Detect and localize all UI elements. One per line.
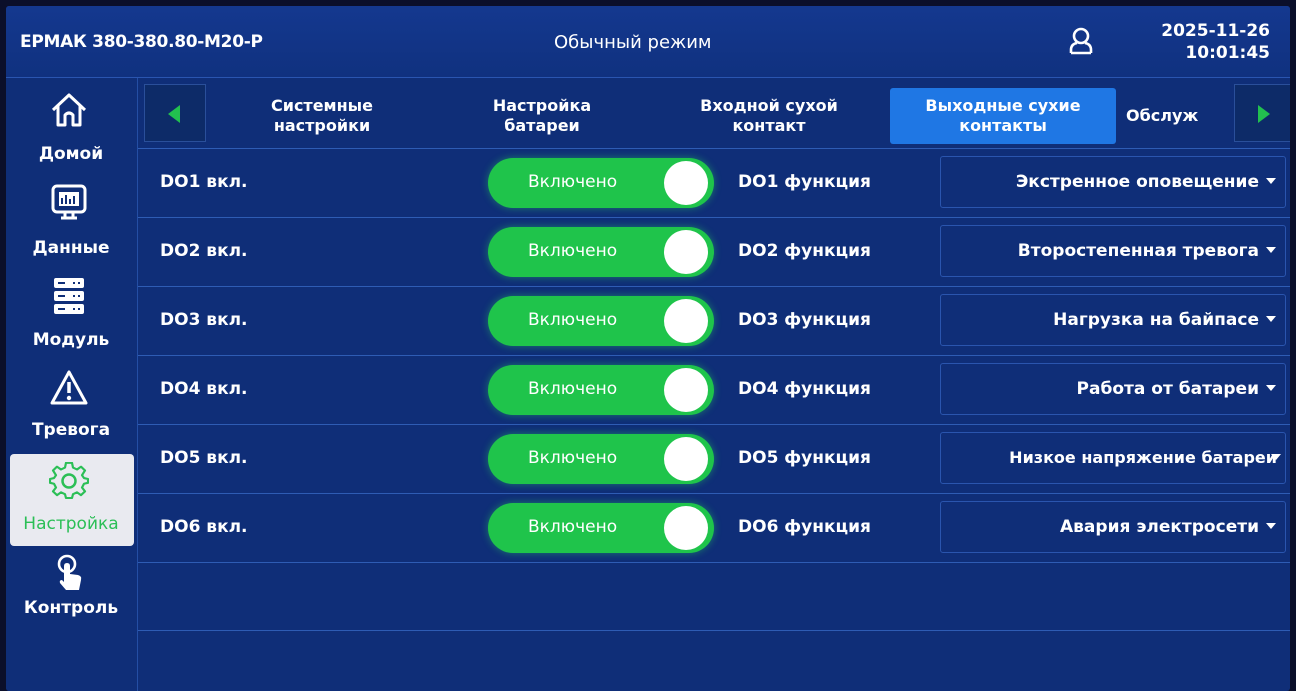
sidebar-item-control[interactable]: Контроль — [6, 550, 136, 638]
select-value: Авария электросети — [1060, 517, 1259, 537]
tab-input-dry-contact[interactable]: Входной сухой контакт — [662, 88, 876, 144]
toggle-state-text: Включено — [528, 172, 618, 192]
list-item: DO2 вкл. Включено DO2 функция Второстепе… — [138, 217, 1290, 285]
select-value: Экстренное оповещение — [1015, 172, 1259, 192]
arrow-left-icon — [168, 105, 180, 123]
do4-enable-toggle[interactable]: Включено — [488, 365, 714, 415]
toggle-knob — [664, 161, 708, 205]
do3-enable-toggle[interactable]: Включено — [488, 296, 714, 346]
datetime: 2025-11-26 10:01:45 — [1154, 20, 1270, 64]
do2-function-select[interactable]: Второстепенная тревога — [940, 225, 1286, 277]
do4-function-label: DO4 функция — [738, 379, 871, 399]
toggle-state-text: Включено — [528, 379, 618, 399]
chevron-down-icon — [1266, 385, 1276, 391]
select-value: Нагрузка на байпасе — [1053, 310, 1259, 330]
do3-function-select[interactable]: Нагрузка на байпасе — [940, 294, 1286, 346]
tab-system-settings[interactable]: Системные настройки — [222, 88, 422, 144]
sidebar-item-module[interactable]: Модуль — [6, 270, 136, 358]
toggle-knob — [664, 368, 708, 412]
sidebar-item-home[interactable]: Домой — [6, 86, 136, 174]
chevron-down-icon — [1266, 178, 1276, 184]
do1-function-select[interactable]: Экстренное оповещение — [940, 156, 1286, 208]
time: 10:01:45 — [1185, 43, 1270, 63]
sidebar-item-label: Контроль — [23, 598, 119, 618]
toggle-knob — [664, 230, 708, 274]
server-module-icon — [54, 278, 84, 314]
hand-pointer-icon — [57, 554, 82, 590]
output-contacts-list: DO1 вкл. Включено DO1 функция Экстренное… — [138, 148, 1290, 691]
operating-mode: Обычный режим — [554, 32, 712, 53]
do1-function-label: DO1 функция — [738, 172, 871, 192]
empty-row — [138, 562, 1290, 630]
do5-enable-label: DO5 вкл. — [160, 448, 248, 468]
sidebar-item-label: Модуль — [32, 330, 110, 350]
toggle-knob — [664, 437, 708, 481]
toggle-state-text: Включено — [528, 241, 618, 261]
date: 2025-11-26 — [1161, 21, 1270, 41]
sidebar-item-settings[interactable]: Настройка — [10, 454, 134, 546]
list-item: DO6 вкл. Включено DO6 функция Авария эле… — [138, 493, 1290, 561]
select-value: Второстепенная тревога — [1017, 241, 1259, 261]
do6-function-label: DO6 функция — [738, 517, 871, 537]
home-icon — [51, 93, 87, 127]
do2-enable-toggle[interactable]: Включено — [488, 227, 714, 277]
do5-function-select[interactable]: Низкое напряжение батареи — [940, 432, 1286, 484]
do1-enable-toggle[interactable]: Включено — [488, 158, 714, 208]
user-icon[interactable] — [1068, 26, 1094, 56]
list-item: DO3 вкл. Включено DO3 функция Нагрузка н… — [138, 286, 1290, 354]
sidebar-item-alarm[interactable]: Тревога — [6, 362, 136, 450]
select-value: Низкое напряжение батареи — [1009, 448, 1277, 467]
gear-icon — [49, 462, 89, 500]
arrow-right-icon — [1258, 105, 1270, 123]
toggle-knob — [664, 299, 708, 343]
do4-function-select[interactable]: Работа от батареи — [940, 363, 1286, 415]
list-item: DO5 вкл. Включено DO5 функция Низкое нап… — [138, 424, 1290, 492]
do6-enable-toggle[interactable]: Включено — [488, 503, 714, 553]
sidebar-item-data[interactable]: Данные — [6, 178, 136, 266]
do2-enable-label: DO2 вкл. — [160, 241, 248, 261]
tab-output-dry-contacts[interactable]: Выходные сухие контакты — [890, 88, 1116, 144]
chevron-down-icon — [1271, 454, 1281, 460]
chevron-down-icon — [1266, 247, 1276, 253]
toggle-state-text: Включено — [528, 310, 618, 330]
do1-enable-label: DO1 вкл. — [160, 172, 248, 192]
do3-enable-label: DO3 вкл. — [160, 310, 248, 330]
do6-enable-label: DO6 вкл. — [160, 517, 248, 537]
list-item: DO4 вкл. Включено DO4 функция Работа от … — [138, 355, 1290, 423]
list-item: DO1 вкл. Включено DO1 функция Экстренное… — [138, 148, 1290, 216]
chevron-down-icon — [1266, 316, 1276, 322]
warning-icon — [50, 370, 88, 405]
device-name: ЕРМАК 380-380.80-M20-P — [20, 32, 263, 52]
tab-scroll-right-button[interactable] — [1234, 84, 1290, 142]
sidebar-item-label: Данные — [32, 238, 110, 258]
toggle-state-text: Включено — [528, 517, 618, 537]
tab-scroll-left-button[interactable] — [144, 84, 206, 142]
sidebar: Домой Данные Модуль Тревога Настройка Ко… — [6, 78, 138, 691]
do5-function-label: DO5 функция — [738, 448, 871, 468]
do3-function-label: DO3 функция — [738, 310, 871, 330]
do2-function-label: DO2 функция — [738, 241, 871, 261]
chevron-down-icon — [1266, 523, 1276, 529]
tab-maintenance[interactable]: Обслуж — [1126, 88, 1230, 144]
screen: ЕРМАК 380-380.80-M20-P Обычный режим 202… — [6, 6, 1290, 691]
do6-function-select[interactable]: Авария электросети — [940, 501, 1286, 553]
do4-enable-label: DO4 вкл. — [160, 379, 248, 399]
sidebar-item-label: Тревога — [31, 420, 111, 440]
toggle-knob — [664, 506, 708, 550]
do5-enable-toggle[interactable]: Включено — [488, 434, 714, 484]
empty-row — [138, 630, 1290, 691]
sidebar-item-label: Настройка — [23, 514, 119, 534]
select-value: Работа от батареи — [1076, 379, 1259, 399]
tab-battery-settings[interactable]: Настройка батареи — [452, 88, 632, 144]
toggle-state-text: Включено — [528, 448, 618, 468]
tab-bar: Системные настройки Настройка батареи Вх… — [138, 78, 1290, 148]
monitor-chart-icon — [51, 184, 87, 220]
sidebar-item-label: Домой — [38, 144, 104, 164]
top-bar: ЕРМАК 380-380.80-M20-P Обычный режим 202… — [6, 6, 1290, 78]
